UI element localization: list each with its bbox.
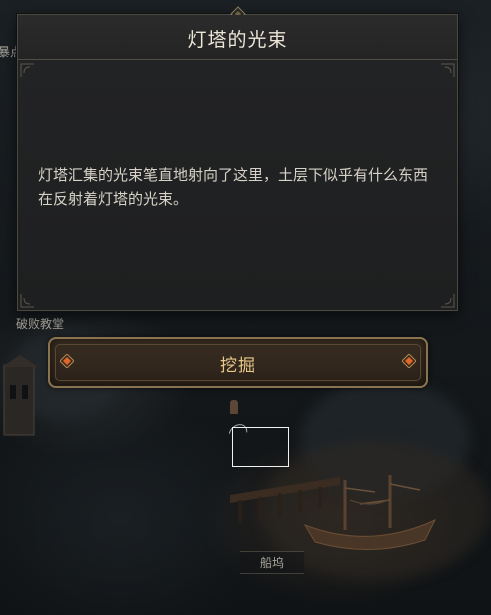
- dialog-header: 灯塔的光束: [18, 15, 457, 60]
- corner-ornament-icon: [441, 63, 455, 77]
- map-label-dock[interactable]: 船坞: [240, 551, 305, 574]
- dialog-body-text: 灯塔汇集的光束笔直地射向了这里，土层下似乎有什么东西在反射着灯塔的光束。: [38, 166, 429, 208]
- dig-button-label: 挖掘: [220, 356, 256, 376]
- map-label-ruined-church[interactable]: 破败教堂: [16, 315, 64, 332]
- corner-ornament-icon: [441, 294, 455, 308]
- gem-right-icon: [402, 354, 416, 368]
- dig-button[interactable]: 挖掘: [48, 337, 428, 388]
- event-dialog: 灯塔的光束 灯塔汇集的光束笔直地射向了这里，土层下似乎有什么东西在反射着灯塔的光…: [17, 6, 458, 311]
- player-character[interactable]: [230, 400, 238, 414]
- ship-wreck: [303, 475, 437, 551]
- selection-box[interactable]: [232, 427, 289, 467]
- corner-ornament-icon: [20, 63, 34, 77]
- dialog-title: 灯塔的光束: [187, 29, 288, 51]
- corner-ornament-icon: [20, 294, 34, 308]
- ruin-structure: [2, 355, 38, 436]
